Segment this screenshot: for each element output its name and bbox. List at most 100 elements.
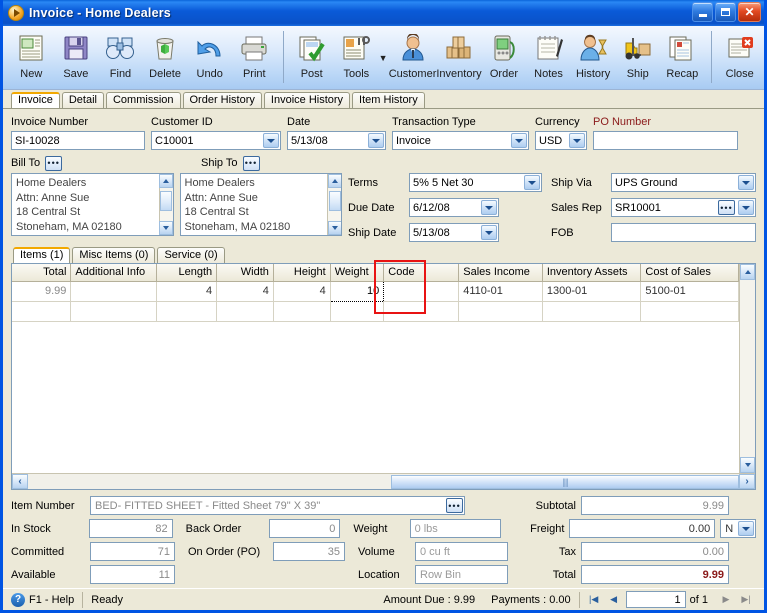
toolbar-button-notes[interactable]: Notes <box>526 29 571 87</box>
cell-total[interactable]: 9.99 <box>12 281 72 302</box>
next-page-icon[interactable]: ▶ <box>718 592 734 608</box>
bill-to-address[interactable]: Home Dealers Attn: Anne Sue 18 Central S… <box>11 173 174 236</box>
chevron-down-icon[interactable] <box>738 521 755 536</box>
scroll-up-icon[interactable] <box>327 174 342 188</box>
tab-commission[interactable]: Commission <box>105 92 181 108</box>
chevron-down-icon[interactable] <box>738 175 754 190</box>
tab-service[interactable]: Service (0) <box>157 247 225 263</box>
grid-horizontal-scrollbar[interactable]: ‹ |||| › <box>12 473 755 489</box>
scroll-right-icon[interactable]: › <box>739 474 755 489</box>
cell-inventory-assets[interactable]: 1300-01 <box>542 281 642 302</box>
transaction-type-combo[interactable]: Invoice <box>392 131 529 150</box>
column-header-sales-income[interactable]: Sales Income <box>458 264 543 282</box>
toolbar-button-customer[interactable]: Customer <box>389 29 436 87</box>
cell-width[interactable]: 4 <box>216 281 274 302</box>
table-row[interactable]: 9.99 4 4 4 10 4110-01 1300-01 5100-01 <box>12 280 739 302</box>
column-header-cost-of-sales[interactable]: Cost of Sales <box>640 264 739 282</box>
sales-rep-combo[interactable]: SR10001 ••• <box>611 198 756 217</box>
scroll-down-icon[interactable] <box>740 457 755 473</box>
tab-order-history[interactable]: Order History <box>182 92 262 108</box>
column-header-total[interactable]: Total <box>12 264 72 282</box>
grid-vertical-scrollbar[interactable] <box>739 264 755 473</box>
chevron-down-icon[interactable] <box>569 133 585 148</box>
cell-empty[interactable] <box>542 301 642 322</box>
toolbar-button-recap[interactable]: Recap <box>660 29 705 87</box>
scroll-down-icon[interactable] <box>327 221 342 235</box>
scroll-left-icon[interactable]: ‹ <box>12 474 28 489</box>
chevron-down-icon[interactable]: ▼ <box>379 53 389 63</box>
toolbar-button-inventory[interactable]: Inventory <box>436 29 482 87</box>
scroll-up-icon[interactable] <box>740 264 755 280</box>
cell-empty[interactable] <box>70 301 158 322</box>
cell-weight[interactable]: 10 <box>329 280 385 302</box>
bill-to-lookup-button[interactable]: ••• <box>45 155 63 171</box>
first-page-icon[interactable]: |◀ <box>586 592 602 608</box>
cell-empty[interactable] <box>330 301 385 322</box>
po-number-input[interactable] <box>593 131 738 150</box>
cell-empty[interactable] <box>273 301 331 322</box>
close-button[interactable]: ✕ <box>738 2 761 22</box>
currency-combo[interactable]: USD <box>535 131 587 150</box>
chevron-down-icon[interactable] <box>738 200 754 215</box>
minimize-button[interactable] <box>692 2 713 22</box>
cell-height[interactable]: 4 <box>273 281 331 302</box>
customer-id-combo[interactable]: C10001 <box>151 131 281 150</box>
page-number-input[interactable]: 1 <box>625 591 686 608</box>
toolbar-button-order[interactable]: Order <box>482 29 527 87</box>
cell-sales-income[interactable]: 4110-01 <box>458 281 543 302</box>
tab-invoice-history[interactable]: Invoice History <box>263 92 351 108</box>
cell-additional-info[interactable] <box>70 281 158 302</box>
toolbar-button-ship[interactable]: Ship <box>615 29 660 87</box>
column-header-length[interactable]: Length <box>156 264 218 282</box>
cell-code[interactable] <box>383 281 460 302</box>
ship-to-lookup-button[interactable]: ••• <box>242 155 260 171</box>
scroll-thumb[interactable] <box>328 191 341 211</box>
toolbar-button-new[interactable]: New <box>9 29 54 87</box>
toolbar-button-delete[interactable]: Delete <box>143 29 188 87</box>
column-header-inventory-assets[interactable]: Inventory Assets <box>542 264 642 282</box>
cell-empty[interactable] <box>458 301 543 322</box>
tab-invoice[interactable]: Invoice <box>11 92 60 108</box>
chevron-down-icon[interactable] <box>481 200 497 215</box>
column-header-height[interactable]: Height <box>273 264 331 282</box>
cell-empty[interactable] <box>640 301 739 322</box>
toolbar-button-tools[interactable]: Tools <box>334 29 379 87</box>
cell-empty[interactable] <box>383 301 460 322</box>
item-number-input[interactable]: BED- FITTED SHEET - Fitted Sheet 79" X 3… <box>90 496 465 515</box>
ship-to-scrollbar[interactable] <box>327 174 342 235</box>
scroll-thumb[interactable]: |||| <box>391 474 739 489</box>
last-page-icon[interactable]: ▶| <box>738 592 754 608</box>
toolbar-button-history[interactable]: History <box>571 29 616 87</box>
due-date-combo[interactable]: 6/12/08 <box>409 198 499 217</box>
column-header-code[interactable]: Code <box>383 264 460 282</box>
tab-misc-items[interactable]: Misc Items (0) <box>72 247 156 263</box>
bill-to-scrollbar[interactable] <box>158 174 173 235</box>
chevron-down-icon[interactable] <box>511 133 527 148</box>
chevron-down-icon[interactable] <box>524 175 540 190</box>
cell-empty[interactable] <box>216 301 274 322</box>
item-number-lookup-button[interactable]: ••• <box>446 498 463 513</box>
terms-combo[interactable]: 5% 5 Net 30 <box>409 173 542 192</box>
fob-input[interactable] <box>611 223 756 242</box>
ship-via-combo[interactable]: UPS Ground <box>611 173 756 192</box>
maximize-button[interactable] <box>715 2 736 22</box>
column-header-additional-info[interactable]: Additional Info <box>70 264 158 282</box>
tab-items[interactable]: Items (1) <box>13 247 71 263</box>
cell-empty[interactable] <box>156 301 218 322</box>
toolbar-button-print[interactable]: Print <box>232 29 277 87</box>
column-header-width[interactable]: Width <box>216 264 274 282</box>
chevron-down-icon[interactable] <box>263 133 279 148</box>
ship-to-address[interactable]: Home Dealers Attn: Anne Sue 18 Central S… <box>179 173 342 236</box>
scroll-up-icon[interactable] <box>159 174 173 188</box>
toolbar-button-undo[interactable]: Undo <box>187 29 232 87</box>
chevron-down-icon[interactable] <box>368 133 384 148</box>
table-row-empty[interactable] <box>12 301 739 322</box>
cell-cost-of-sales[interactable]: 5100-01 <box>640 281 739 302</box>
ship-date-combo[interactable]: 5/13/08 <box>409 223 499 242</box>
column-header-weight[interactable]: Weight <box>330 264 385 282</box>
scroll-thumb[interactable] <box>160 191 172 211</box>
invoice-number-input[interactable]: SI-10028 <box>11 131 145 150</box>
scroll-down-icon[interactable] <box>159 221 173 235</box>
freight-taxable-combo[interactable]: N <box>720 519 757 538</box>
cell-length[interactable]: 4 <box>156 281 218 302</box>
